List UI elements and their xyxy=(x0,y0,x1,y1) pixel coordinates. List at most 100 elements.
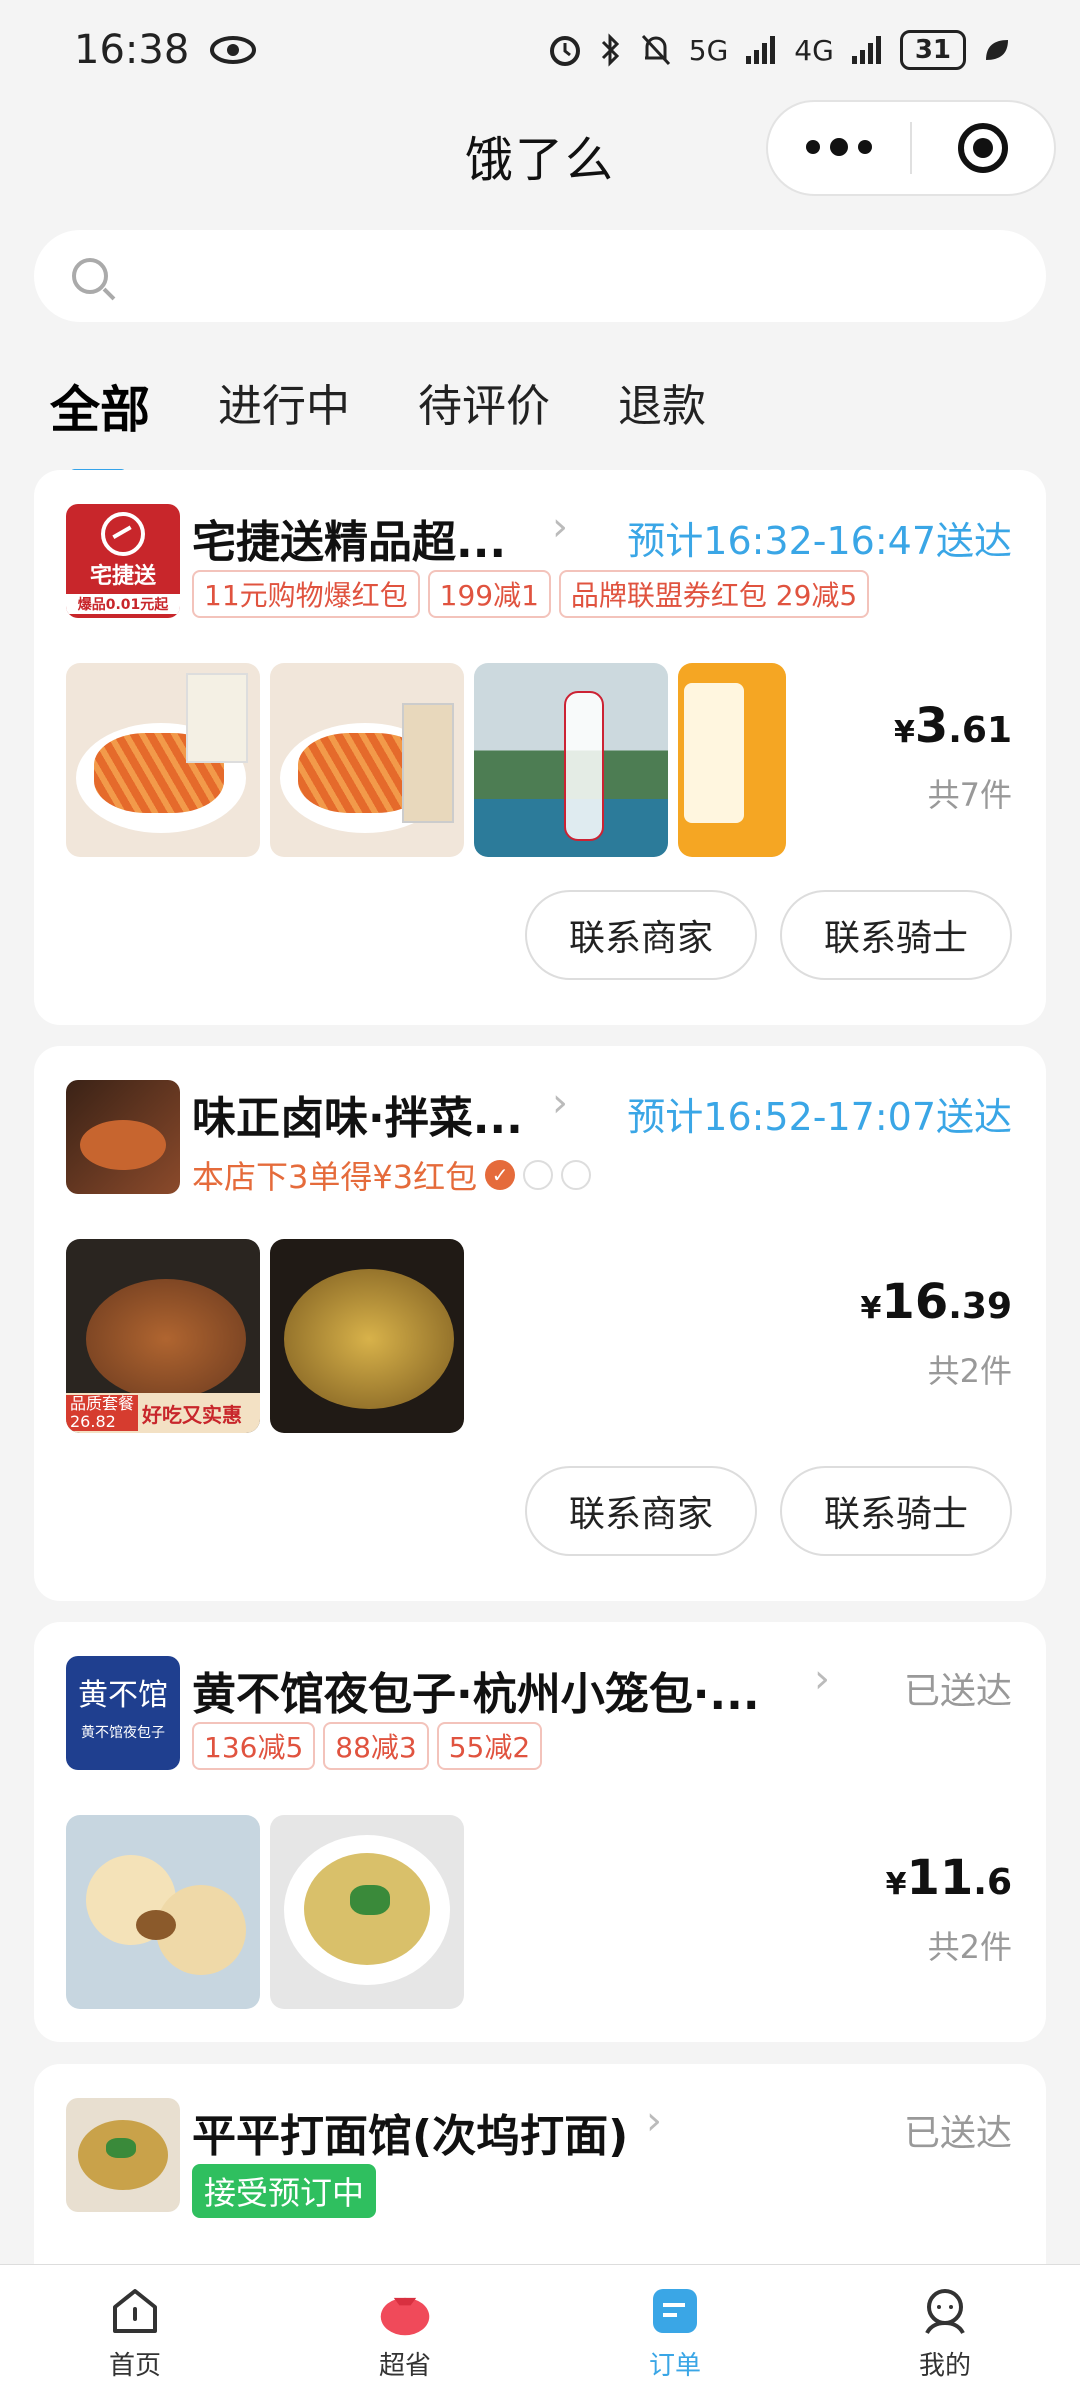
price-decimal: .61 xyxy=(948,710,1012,751)
product-image xyxy=(66,663,260,857)
empty-circle-icon xyxy=(523,1160,554,1190)
preorder-badge: 接受预订中 xyxy=(192,2164,377,2218)
image-badge: 品质套餐 xyxy=(70,1394,135,1413)
signal-icon xyxy=(746,36,776,64)
product-images xyxy=(66,1815,464,2009)
contact-merchant-button[interactable]: 联系商家 xyxy=(525,1466,757,1556)
miniprogram-capsule xyxy=(766,100,1056,196)
order-card[interactable]: 黄不馆 黄不馆夜包子 黄不馆夜包子·杭州小笼包·... › 已送达 136减5 … xyxy=(34,1622,1046,2042)
contact-rider-button[interactable]: 联系骑士 xyxy=(780,890,1012,980)
nav-label: 我的 xyxy=(918,2351,971,2381)
promo-label: 本店下3单得¥3红包 xyxy=(192,1158,478,1196)
logo-subtext: 爆品0.01元起 xyxy=(66,594,180,614)
item-count: 共2件 xyxy=(927,1352,1012,1390)
promo-tag: 199减1 xyxy=(427,570,551,618)
network-5g-label: 5G xyxy=(688,33,729,67)
currency-symbol: ¥ xyxy=(885,1867,907,1902)
price-integer: 3 xyxy=(914,698,949,754)
order-price: ¥3.61 xyxy=(894,698,1012,754)
chevron-right-icon: › xyxy=(646,2098,662,2144)
shop-logo xyxy=(66,1080,180,1194)
more-dots-icon xyxy=(806,138,872,156)
status-time: 16:38 xyxy=(74,27,190,73)
price-integer: 16 xyxy=(881,1274,949,1330)
chevron-right-icon: › xyxy=(814,1656,830,1702)
image-badge-slogan: 好吃又实惠 xyxy=(142,1402,243,1427)
network-4g-label: 4G xyxy=(794,33,834,67)
logo-text: 黄不馆 xyxy=(78,1678,168,1713)
mute-bell-icon xyxy=(641,34,670,66)
nav-label: 订单 xyxy=(648,2351,701,2381)
bottom-nav: 首页 超省 订单 我的 xyxy=(0,2264,1080,2400)
promo-tag: 136减5 xyxy=(192,1722,316,1770)
shop-name[interactable]: 平平打面馆(次坞打面) xyxy=(192,2100,628,2164)
product-image xyxy=(66,1815,260,2009)
leaf-icon xyxy=(986,40,1008,60)
nav-super-save[interactable]: 超省 xyxy=(270,2265,540,2400)
empty-circle-icon xyxy=(561,1160,592,1190)
currency-symbol: ¥ xyxy=(893,715,915,750)
bluetooth-icon xyxy=(601,33,619,67)
target-icon xyxy=(958,123,1008,173)
order-icon xyxy=(647,2283,703,2339)
close-button[interactable] xyxy=(912,102,1054,194)
order-tabs: 全部 进行中 待评价 退款 xyxy=(50,370,706,478)
home-icon xyxy=(107,2283,163,2339)
product-images: 品质套餐 26.82 好吃又实惠 xyxy=(66,1239,464,1433)
price-integer: 11 xyxy=(906,1850,974,1906)
signal-icon-2 xyxy=(851,36,881,64)
chevron-right-icon: › xyxy=(552,1080,568,1126)
battery-indicator: 31 xyxy=(899,30,966,70)
product-image xyxy=(474,663,668,857)
price-decimal: .6 xyxy=(973,1862,1012,1903)
tab-all[interactable]: 全部 xyxy=(50,370,150,478)
delivery-eta: 预计16:32-16:47送达 xyxy=(627,519,1012,563)
order-status: 已送达 xyxy=(903,1671,1012,1712)
price-decimal: .39 xyxy=(948,1286,1012,1327)
order-price: ¥16.39 xyxy=(861,1274,1012,1330)
shop-logo: 黄不馆 黄不馆夜包子 xyxy=(66,1656,180,1770)
order-card[interactable]: 味正卤味·拌菜... › 预计16:52-17:07送达 本店下3单得¥3红包 … xyxy=(34,1046,1046,1601)
shop-name[interactable]: 宅捷送精品超... xyxy=(192,506,506,570)
status-bar: 16:38 5G 4G 31 xyxy=(0,0,1080,100)
nav-home[interactable]: 首页 xyxy=(0,2265,270,2400)
order-status: 已送达 xyxy=(903,2113,1012,2154)
currency-symbol: ¥ xyxy=(860,1291,882,1326)
logo-text: 宅捷送 xyxy=(89,564,156,589)
promo-tags: 11元购物爆红包 199减1 品牌联盟券红包 29减5 xyxy=(192,570,870,618)
promo-tag: 88减3 xyxy=(323,1722,429,1770)
product-image: 品质套餐 26.82 好吃又实惠 xyxy=(66,1239,260,1433)
nav-orders[interactable]: 订单 xyxy=(540,2265,810,2400)
shop-name[interactable]: 黄不馆夜包子·杭州小笼包·... xyxy=(192,1658,760,1722)
nav-profile[interactable]: 我的 xyxy=(810,2265,1080,2400)
more-button[interactable] xyxy=(768,102,910,194)
contact-rider-button[interactable]: 联系骑士 xyxy=(780,1466,1012,1556)
shop-logo xyxy=(66,2098,180,2212)
search-input[interactable] xyxy=(34,230,1046,322)
promo-tags: 136减5 88减3 55减2 xyxy=(192,1722,543,1770)
red-bag-icon xyxy=(377,2283,433,2339)
promo-tag: 品牌联盟券红包 29减5 xyxy=(558,570,870,618)
check-icon: ✓ xyxy=(485,1160,516,1190)
promo-tag: 11元购物爆红包 xyxy=(192,570,420,618)
delivery-eta: 预计16:52-17:07送达 xyxy=(627,1095,1012,1139)
contact-merchant-button[interactable]: 联系商家 xyxy=(525,890,757,980)
logo-subtext: 黄不馆夜包子 xyxy=(81,1725,165,1741)
tab-in-progress[interactable]: 进行中 xyxy=(218,370,350,442)
shop-name[interactable]: 味正卤味·拌菜... xyxy=(192,1082,523,1146)
chevron-right-icon: › xyxy=(552,504,568,550)
nav-label: 首页 xyxy=(108,2351,161,2381)
product-image xyxy=(270,663,464,857)
alarm-icon xyxy=(549,36,580,66)
image-badge-price: 26.82 xyxy=(70,1412,116,1431)
order-card[interactable]: 宅捷送 爆品0.01元起 宅捷送精品超... › 预计16:32-16:47送达… xyxy=(34,470,1046,1025)
tab-to-review[interactable]: 待评价 xyxy=(418,370,550,442)
tab-refund[interactable]: 退款 xyxy=(618,370,706,442)
profile-icon xyxy=(917,2283,973,2339)
promo-text: 本店下3单得¥3红包 ✓ xyxy=(192,1152,592,1198)
shop-logo: 宅捷送 爆品0.01元起 xyxy=(66,504,180,618)
item-count: 共2件 xyxy=(927,1928,1012,1966)
search-icon xyxy=(72,258,108,294)
order-price: ¥11.6 xyxy=(886,1850,1012,1906)
promo-tag: 55减2 xyxy=(436,1722,543,1770)
